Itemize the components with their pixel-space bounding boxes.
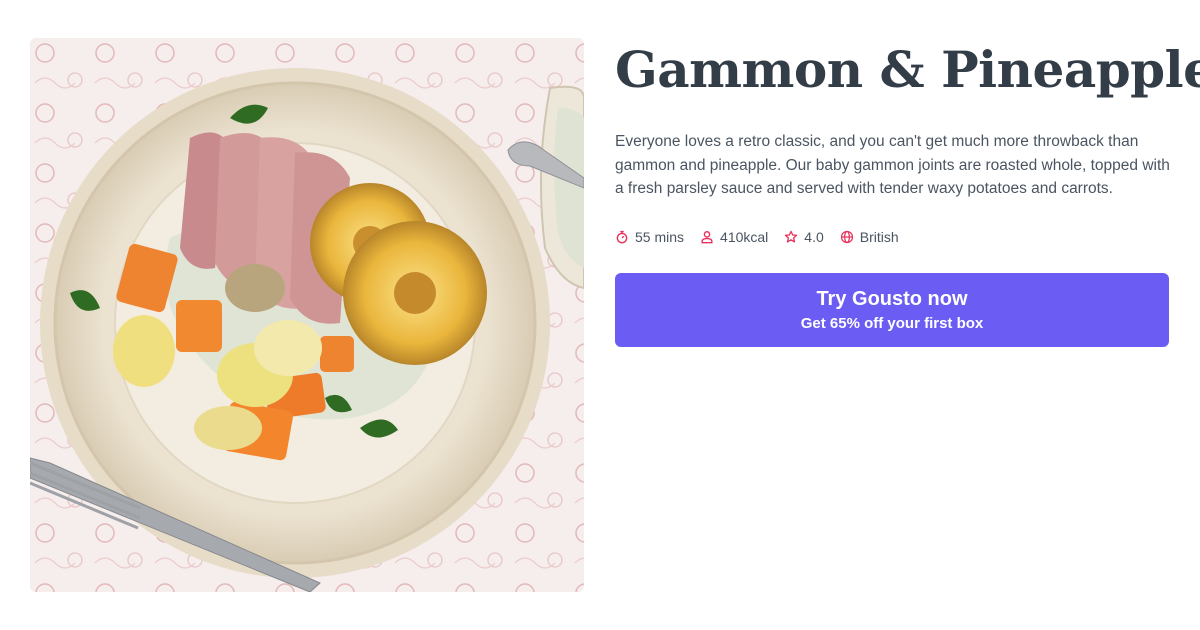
- recipe-content: Gammon & Pineapple Everyone loves a retr…: [615, 40, 1200, 347]
- meta-rating: 4.0: [784, 228, 824, 245]
- recipe-description: Everyone loves a retro classic, and you …: [615, 133, 1170, 197]
- globe-icon: [840, 230, 853, 243]
- stopwatch-icon: [616, 230, 628, 243]
- meta-time-label: 55 mins: [635, 228, 685, 245]
- meta-rating-label: 4.0: [804, 228, 824, 245]
- recipe-photo: [30, 38, 584, 592]
- meta-calories-label: 410kcal: [720, 228, 769, 245]
- recipe-title: Gammon & Pineapple: [615, 40, 1200, 99]
- recipe-meta: 55 mins 410kcal 4.0 British: [615, 229, 1170, 245]
- person-icon: [701, 230, 713, 243]
- meta-calories: 410kcal: [700, 229, 768, 245]
- meta-cuisine-label: British: [859, 228, 899, 245]
- meta-time: 55 mins: [615, 229, 684, 245]
- cta-label: Try Gousto now: [816, 287, 968, 310]
- recipe-photo-illustration: [30, 38, 584, 592]
- star-icon: [785, 230, 798, 243]
- try-gousto-button[interactable]: Try Gousto now Get 65% off your first bo…: [615, 272, 1169, 347]
- cta-sublabel: Get 65% off your first box: [800, 314, 984, 332]
- meta-cuisine: British: [840, 229, 899, 245]
